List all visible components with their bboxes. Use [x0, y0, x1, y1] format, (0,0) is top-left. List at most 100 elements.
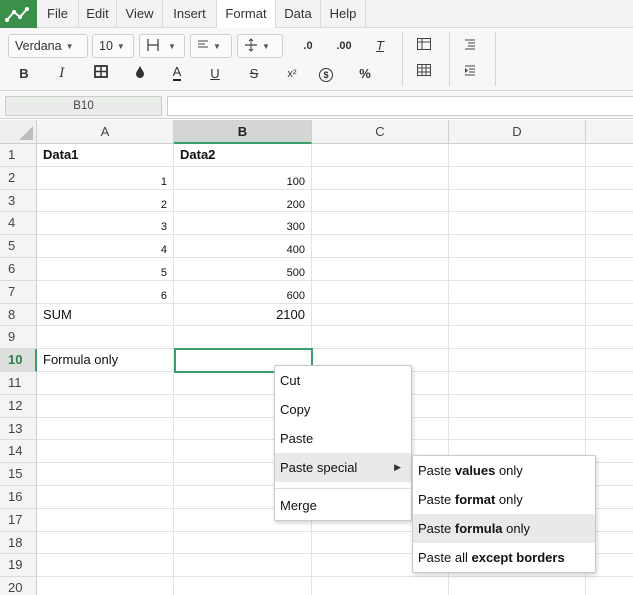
column-header-d[interactable]: D	[449, 120, 586, 144]
font-size-select[interactable]: 10 ▼	[92, 34, 134, 58]
cell-a5[interactable]: 4	[37, 235, 174, 258]
cell-d2[interactable]	[449, 166, 586, 190]
menu-item-cut[interactable]: Cut	[275, 366, 411, 395]
cell-a12[interactable]	[37, 394, 174, 418]
decrease-decimal-button[interactable]: .0	[294, 36, 322, 56]
cell-name-box[interactable]: B10	[5, 96, 162, 116]
cell-a7[interactable]: 6	[37, 280, 174, 304]
cell-d11[interactable]	[449, 372, 586, 395]
cell-d5[interactable]	[449, 235, 586, 258]
menu-data[interactable]: Data	[276, 0, 321, 28]
row-header-18[interactable]: 18	[0, 531, 37, 555]
cell-e9[interactable]	[586, 326, 633, 350]
currency-format-button[interactable]: $	[316, 64, 336, 84]
row-header-20[interactable]: 20	[0, 577, 37, 595]
cell-d12[interactable]	[449, 394, 586, 418]
fill-color-button[interactable]	[130, 64, 150, 84]
cell-a14[interactable]	[37, 440, 174, 464]
row-header-13[interactable]: 13	[0, 417, 37, 441]
cell-a2[interactable]: 1	[37, 166, 174, 190]
cell-a19[interactable]	[37, 554, 174, 578]
cell-e6[interactable]	[586, 258, 633, 281]
cell-d4[interactable]	[449, 212, 586, 236]
cell-d9[interactable]	[449, 326, 586, 350]
cell-d6[interactable]	[449, 258, 586, 281]
cell-a10[interactable]: Formula only	[37, 349, 174, 372]
cell-d13[interactable]	[449, 417, 586, 441]
menu-insert[interactable]: Insert	[163, 0, 217, 28]
cell-e10[interactable]	[586, 349, 633, 372]
select-all-corner[interactable]	[0, 120, 37, 144]
row-header-4[interactable]: 4	[0, 212, 37, 236]
percent-format-button[interactable]: %	[354, 64, 376, 84]
cell-a16[interactable]	[37, 486, 174, 509]
cell-a18[interactable]	[37, 531, 174, 555]
cell-e5[interactable]	[586, 235, 633, 258]
row-header-15[interactable]: 15	[0, 463, 37, 486]
vertical-align-button[interactable]: ▼	[237, 34, 283, 58]
cell-borders-button[interactable]	[90, 64, 112, 84]
cell-c2[interactable]	[312, 166, 449, 190]
submenu-paste-values-only[interactable]: Paste values only	[413, 456, 595, 485]
freeze-button[interactable]	[413, 36, 435, 56]
row-header-17[interactable]: 17	[0, 508, 37, 532]
cell-b5[interactable]: 400	[174, 235, 312, 258]
row-header-16[interactable]: 16	[0, 486, 37, 509]
row-header-19[interactable]: 19	[0, 554, 37, 578]
cell-a9[interactable]	[37, 326, 174, 350]
cell-a11[interactable]	[37, 372, 174, 395]
menu-item-merge[interactable]: Merge	[275, 491, 411, 520]
cell-e3[interactable]	[586, 190, 633, 213]
row-header-1[interactable]: 1	[0, 144, 37, 167]
cell-b8[interactable]: 2100	[174, 303, 312, 327]
indent-button[interactable]	[459, 62, 481, 82]
bold-button[interactable]: B	[14, 64, 34, 84]
submenu-paste-format-only[interactable]: Paste format only	[413, 485, 595, 514]
cell-e11[interactable]	[586, 372, 633, 395]
cell-b9[interactable]	[174, 326, 312, 350]
cell-b6[interactable]: 500	[174, 258, 312, 281]
cell-e20[interactable]	[586, 577, 633, 595]
row-header-10[interactable]: 10	[0, 349, 37, 372]
cell-e8[interactable]	[586, 304, 633, 327]
cell-d20[interactable]	[449, 577, 586, 595]
cell-b18[interactable]	[174, 531, 312, 555]
formula-input[interactable]	[167, 96, 633, 116]
cell-a15[interactable]	[37, 463, 174, 486]
cell-b2[interactable]: 100	[174, 166, 312, 190]
column-header-c[interactable]: C	[312, 120, 449, 144]
menu-format[interactable]: Format	[217, 0, 276, 29]
cell-a6[interactable]: 5	[37, 258, 174, 281]
wrap-text-button[interactable]	[459, 36, 481, 56]
column-header-a[interactable]: A	[37, 120, 174, 144]
column-header-b[interactable]: B	[174, 120, 312, 144]
cell-b1[interactable]: Data2	[174, 144, 312, 167]
superscript-button[interactable]: x²	[281, 64, 303, 84]
font-family-select[interactable]: Verdana ▼	[8, 34, 88, 58]
submenu-paste-all-except-borders[interactable]: Paste all except borders	[413, 543, 595, 572]
cell-a20[interactable]	[37, 577, 174, 595]
row-header-3[interactable]: 3	[0, 189, 37, 213]
cell-d8[interactable]	[449, 303, 586, 327]
cell-c1[interactable]	[312, 144, 449, 167]
menu-help[interactable]: Help	[321, 0, 366, 28]
clear-format-button[interactable]: T	[368, 36, 392, 56]
row-header-12[interactable]: 12	[0, 394, 37, 418]
submenu-paste-formula-only[interactable]: Paste formula only	[413, 514, 595, 543]
cell-a17[interactable]	[37, 508, 174, 532]
menu-edit[interactable]: Edit	[79, 0, 117, 28]
cell-c9[interactable]	[312, 326, 449, 350]
menu-item-paste[interactable]: Paste	[275, 424, 411, 453]
cell-a8[interactable]: SUM	[37, 303, 174, 327]
cell-b3[interactable]: 200	[174, 189, 312, 213]
cell-e13[interactable]	[586, 418, 633, 441]
cell-c3[interactable]	[312, 189, 449, 213]
horizontal-align-button[interactable]: ▼	[190, 34, 232, 58]
row-header-14[interactable]: 14	[0, 440, 37, 464]
text-color-button[interactable]: A	[167, 62, 187, 82]
menu-view[interactable]: View	[117, 0, 163, 28]
increase-decimal-button[interactable]: .00	[330, 36, 358, 56]
menu-item-paste-special[interactable]: Paste special ▶	[275, 453, 411, 482]
cell-b7[interactable]: 600	[174, 280, 312, 304]
underline-button[interactable]: U	[205, 64, 225, 84]
